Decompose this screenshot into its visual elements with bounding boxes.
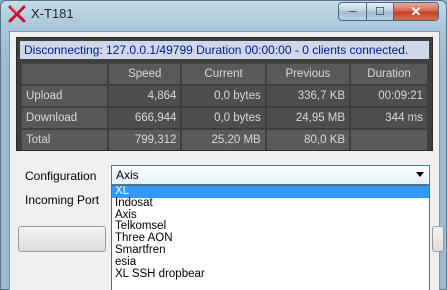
speed-cell: 4,864 xyxy=(109,86,181,106)
speed-cell: 666,944 xyxy=(109,108,181,128)
current-cell: 0,0 bytes xyxy=(182,108,265,128)
x-logo-icon xyxy=(8,5,26,23)
current-cell: 0,0 bytes xyxy=(182,86,265,106)
close-button[interactable]: ✕ xyxy=(393,2,439,21)
row-label: Download xyxy=(22,108,108,128)
dropdown-option-smartfren[interactable]: Smartfren xyxy=(112,244,429,257)
column-header-previous: Previous xyxy=(266,64,350,84)
title-bar[interactable]: X-T181 ─ ☐ ✕ xyxy=(1,1,446,27)
column-header-speed: Speed xyxy=(109,64,181,84)
duration-cell xyxy=(351,130,427,150)
previous-cell: 336,7 KB xyxy=(266,86,350,106)
configuration-select[interactable]: Axis xyxy=(111,165,430,185)
row-label: Total xyxy=(22,130,108,150)
stats-table: Speed Current Previous Duration Upload 4… xyxy=(20,62,429,152)
row-label: Upload xyxy=(22,86,108,106)
duration-cell: 00:09:21 xyxy=(351,86,427,106)
current-cell: 25,20 MB xyxy=(182,130,265,150)
client-area: Disconnecting: 127.0.0.1/49799 Duration … xyxy=(9,31,444,290)
column-header-current: Current xyxy=(182,64,265,84)
previous-cell: 80,0 KB xyxy=(266,130,350,150)
table-row-download: Download 666,944 0,0 bytes 24,95 MB 344 … xyxy=(22,108,427,128)
dropdown-option-esia[interactable]: esia xyxy=(112,256,429,269)
incoming-port-label: Incoming Port xyxy=(25,193,100,207)
partially-hidden-button-right[interactable] xyxy=(432,226,444,252)
table-row-total: Total 799,312 25,20 MB 80,0 KB xyxy=(22,130,427,150)
column-header-blank xyxy=(22,64,108,84)
duration-cell: 344 ms xyxy=(351,108,427,128)
previous-cell: 24,95 MB xyxy=(266,108,350,128)
table-header-row: Speed Current Previous Duration xyxy=(22,64,427,84)
app-window: X-T181 ─ ☐ ✕ Disconnecting: 127.0.0.1/49… xyxy=(0,0,447,290)
status-text: Disconnecting: 127.0.0.1/49799 Duration … xyxy=(20,41,429,59)
window-title: X-T181 xyxy=(31,6,74,21)
stats-panel: Disconnecting: 127.0.0.1/49799 Duration … xyxy=(16,37,433,151)
dropdown-option-indosat[interactable]: Indosat xyxy=(112,197,429,210)
speed-cell: 799,312 xyxy=(109,130,181,150)
maximize-button[interactable]: ☐ xyxy=(366,2,394,21)
minimize-icon: ─ xyxy=(348,5,357,18)
chevron-down-icon[interactable] xyxy=(416,172,424,177)
partially-hidden-button[interactable] xyxy=(18,226,106,252)
dropdown-option-xl[interactable]: XL xyxy=(112,186,429,198)
close-icon: ✕ xyxy=(410,3,422,19)
maximize-icon: ☐ xyxy=(375,6,385,18)
configuration-select-value: Axis xyxy=(116,168,139,182)
column-header-duration: Duration xyxy=(351,64,427,84)
minimize-button[interactable]: ─ xyxy=(338,2,367,21)
configuration-label: Configuration xyxy=(25,169,97,183)
dropdown-option-xl-ssh-dropbear[interactable]: XL SSH dropbear xyxy=(112,268,429,281)
table-row-upload: Upload 4,864 0,0 bytes 336,7 KB 00:09:21 xyxy=(22,86,427,106)
configuration-dropdown-list[interactable]: XL Indosat Axis Telkomsel Three AON Smar… xyxy=(111,185,430,290)
